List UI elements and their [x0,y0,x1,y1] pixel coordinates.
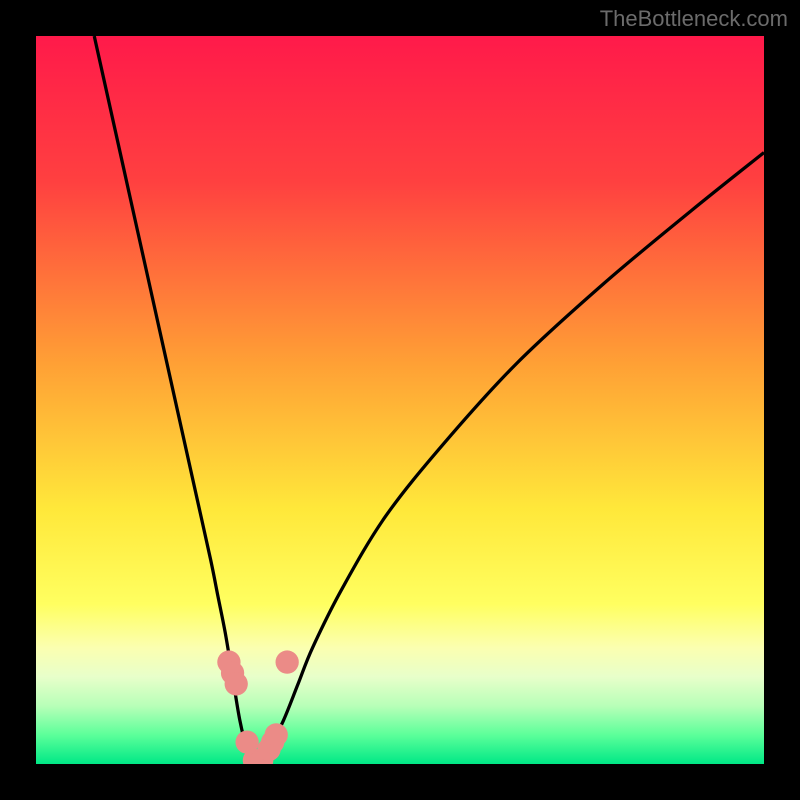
bottleneck-curve [94,36,764,764]
chart-svg [36,36,764,764]
marker-dot [276,650,299,673]
plot-area [36,36,764,764]
marker-dot [225,672,248,695]
highlight-markers [217,650,299,764]
marker-dot [265,723,288,746]
watermark-text: TheBottleneck.com [600,6,788,32]
